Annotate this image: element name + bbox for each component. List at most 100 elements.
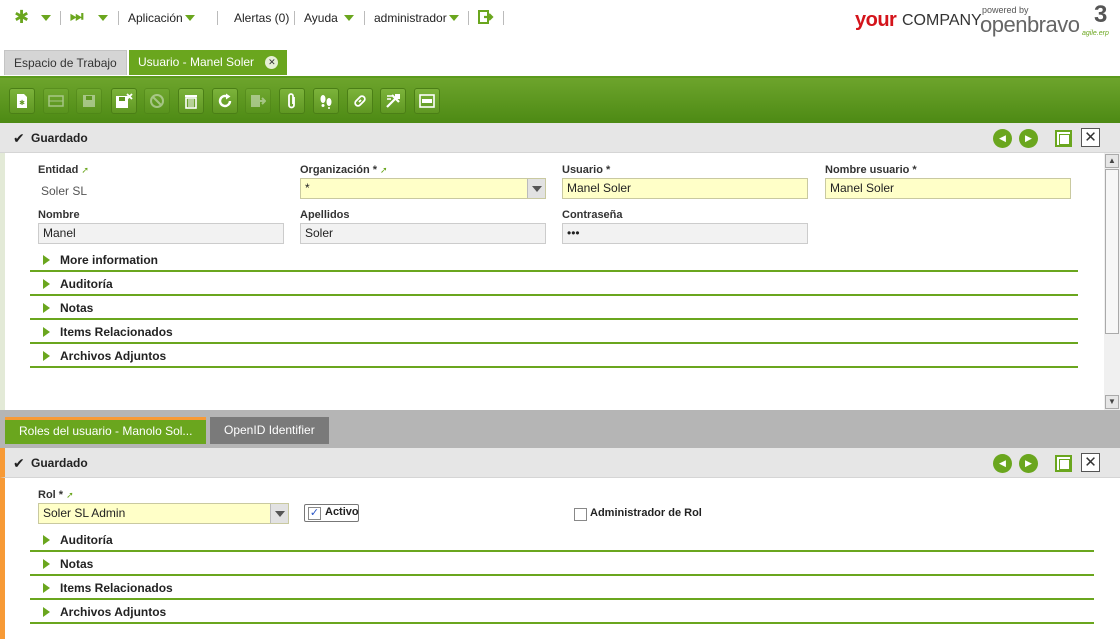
tab-openid-label: OpenID Identifier	[224, 423, 315, 437]
new-document-button[interactable]: ✱	[9, 88, 35, 114]
dropdown-arrow-icon[interactable]	[270, 504, 288, 523]
administrador-rol-checkbox[interactable]	[574, 508, 587, 521]
tab-usuario[interactable]: Usuario - Manel Soler ✕	[129, 50, 288, 75]
tab-roles-label: Roles del usuario - Manolo Sol...	[19, 424, 193, 438]
scroll-down-icon[interactable]: ▼	[1105, 395, 1119, 409]
section-auditoria[interactable]: Auditoría	[30, 528, 1094, 552]
next-record-icon[interactable]: ▶	[1019, 454, 1038, 473]
entidad-value: Soler SL	[41, 184, 88, 198]
link-arrow-icon[interactable]: ➚	[81, 165, 89, 175]
save-close-button[interactable]	[111, 88, 137, 114]
link-arrow-icon[interactable]: ➚	[380, 165, 388, 175]
trash-icon	[185, 95, 197, 109]
entidad-label: Entidad ➚	[38, 164, 89, 176]
toggle-view-button[interactable]	[414, 88, 440, 114]
previous-record-icon[interactable]: ◀	[993, 454, 1012, 473]
recent-dropdown-icon[interactable]	[98, 15, 108, 21]
user-dropdown-icon[interactable]	[449, 15, 459, 21]
expand-arrow-icon	[43, 583, 50, 593]
tab-roles-usuario[interactable]: Roles del usuario - Manolo Sol...	[5, 417, 207, 444]
next-record-icon[interactable]: ▶	[1019, 129, 1038, 148]
user-menu[interactable]: administrador	[374, 11, 447, 25]
audit-trail-button[interactable]	[313, 88, 339, 114]
tab-openid[interactable]: OpenID Identifier	[210, 417, 329, 444]
section-label: Notas	[60, 557, 94, 571]
undo-button[interactable]	[144, 88, 170, 114]
activo-checkbox-group[interactable]: ✓ Activo	[304, 504, 359, 522]
logout-icon[interactable]	[478, 9, 494, 25]
brand-logo-company: COMPANY	[902, 12, 982, 29]
expand-arrow-icon	[43, 351, 50, 361]
nav-separator	[217, 11, 218, 25]
administrador-rol-label: Administrador de Rol	[590, 507, 702, 519]
save-close-icon	[116, 93, 133, 108]
nav-separator	[468, 11, 469, 25]
section-notas[interactable]: Notas	[30, 552, 1094, 576]
status-text: Guardado	[31, 131, 88, 145]
new-row-button[interactable]	[43, 88, 69, 114]
section-items-relacionados[interactable]: Items Relacionados	[30, 576, 1094, 600]
expand-arrow-icon	[43, 303, 50, 313]
aplicacion-dropdown-icon[interactable]	[185, 15, 195, 21]
nombre-usuario-input[interactable]: Manel Soler	[825, 178, 1071, 199]
link-icon	[354, 95, 366, 107]
workspace-forward-icon[interactable]: ⏭	[70, 8, 84, 25]
maximize-icon[interactable]	[1055, 455, 1072, 472]
maximize-icon[interactable]	[1055, 130, 1072, 147]
save-button[interactable]	[76, 88, 102, 114]
refresh-button[interactable]	[212, 88, 238, 114]
nombre-input[interactable]: Manel	[38, 223, 284, 244]
nav-separator	[364, 11, 365, 25]
quick-launch-icon[interactable]: ✱	[14, 7, 29, 28]
activo-checkbox[interactable]: ✓	[308, 507, 321, 520]
link-button[interactable]	[347, 88, 373, 114]
delete-button[interactable]	[178, 88, 204, 114]
apellidos-input[interactable]: Soler	[300, 223, 546, 244]
section-archivos-adjuntos[interactable]: Archivos Adjuntos	[30, 344, 1078, 368]
quick-launch-dropdown-icon[interactable]	[41, 15, 51, 21]
menu-aplicacion[interactable]: Aplicación	[128, 11, 183, 25]
scroll-thumb[interactable]	[1105, 169, 1119, 334]
previous-record-icon[interactable]: ◀	[993, 129, 1012, 148]
paperclip-icon	[288, 93, 295, 109]
section-items-relacionados[interactable]: Items Relacionados	[30, 320, 1078, 344]
section-archivos-adjuntos[interactable]: Archivos Adjuntos	[30, 600, 1094, 624]
form-scrollbar[interactable]: ▲ ▼	[1104, 153, 1120, 410]
close-form-icon[interactable]: ✕	[1081, 128, 1100, 147]
section-notas[interactable]: Notas	[30, 296, 1078, 320]
tab-workspace-label: Espacio de Trabajo	[14, 56, 117, 70]
export-button[interactable]	[245, 88, 271, 114]
dropdown-arrow-icon[interactable]	[527, 179, 545, 198]
close-form-icon[interactable]: ✕	[1081, 453, 1100, 472]
process-button[interactable]	[380, 88, 406, 114]
alerts-link[interactable]: Alertas (0)	[234, 11, 289, 25]
check-icon: ✔	[13, 130, 25, 146]
header-form: Entidad ➚ Soler SL Organización * ➚ * Usua…	[0, 153, 1120, 410]
footprints-icon	[320, 95, 332, 109]
organizacion-select[interactable]: *	[300, 178, 546, 199]
ayuda-dropdown-icon[interactable]	[344, 15, 354, 21]
brand-logo-your: your	[855, 9, 897, 31]
expand-arrow-icon	[43, 255, 50, 265]
activo-label: Activo	[325, 506, 359, 518]
section-more-information[interactable]: More information	[30, 248, 1078, 272]
section-auditoria[interactable]: Auditoría	[30, 272, 1078, 296]
save-icon	[83, 95, 95, 107]
brand-openbravo: openbravo	[980, 12, 1080, 37]
usuario-label: Usuario *	[562, 164, 611, 176]
status-text: Guardado	[31, 456, 88, 470]
expand-arrow-icon	[43, 279, 50, 289]
usuario-input[interactable]: Manel Soler	[562, 178, 808, 199]
password-input[interactable]: •••	[562, 223, 808, 244]
section-label: Auditoría	[60, 533, 113, 547]
nav-separator	[60, 11, 61, 25]
tab-workspace[interactable]: Espacio de Trabajo	[4, 50, 127, 75]
rol-select[interactable]: Soler SL Admin	[38, 503, 289, 524]
organizacion-value: *	[305, 181, 310, 195]
scroll-up-icon[interactable]: ▲	[1105, 154, 1119, 168]
link-arrow-icon[interactable]: ➚	[66, 490, 74, 500]
close-tab-icon[interactable]: ✕	[265, 56, 279, 70]
attach-button[interactable]	[279, 88, 305, 114]
menu-ayuda[interactable]: Ayuda	[304, 11, 338, 25]
section-label: Items Relacionados	[60, 325, 173, 339]
